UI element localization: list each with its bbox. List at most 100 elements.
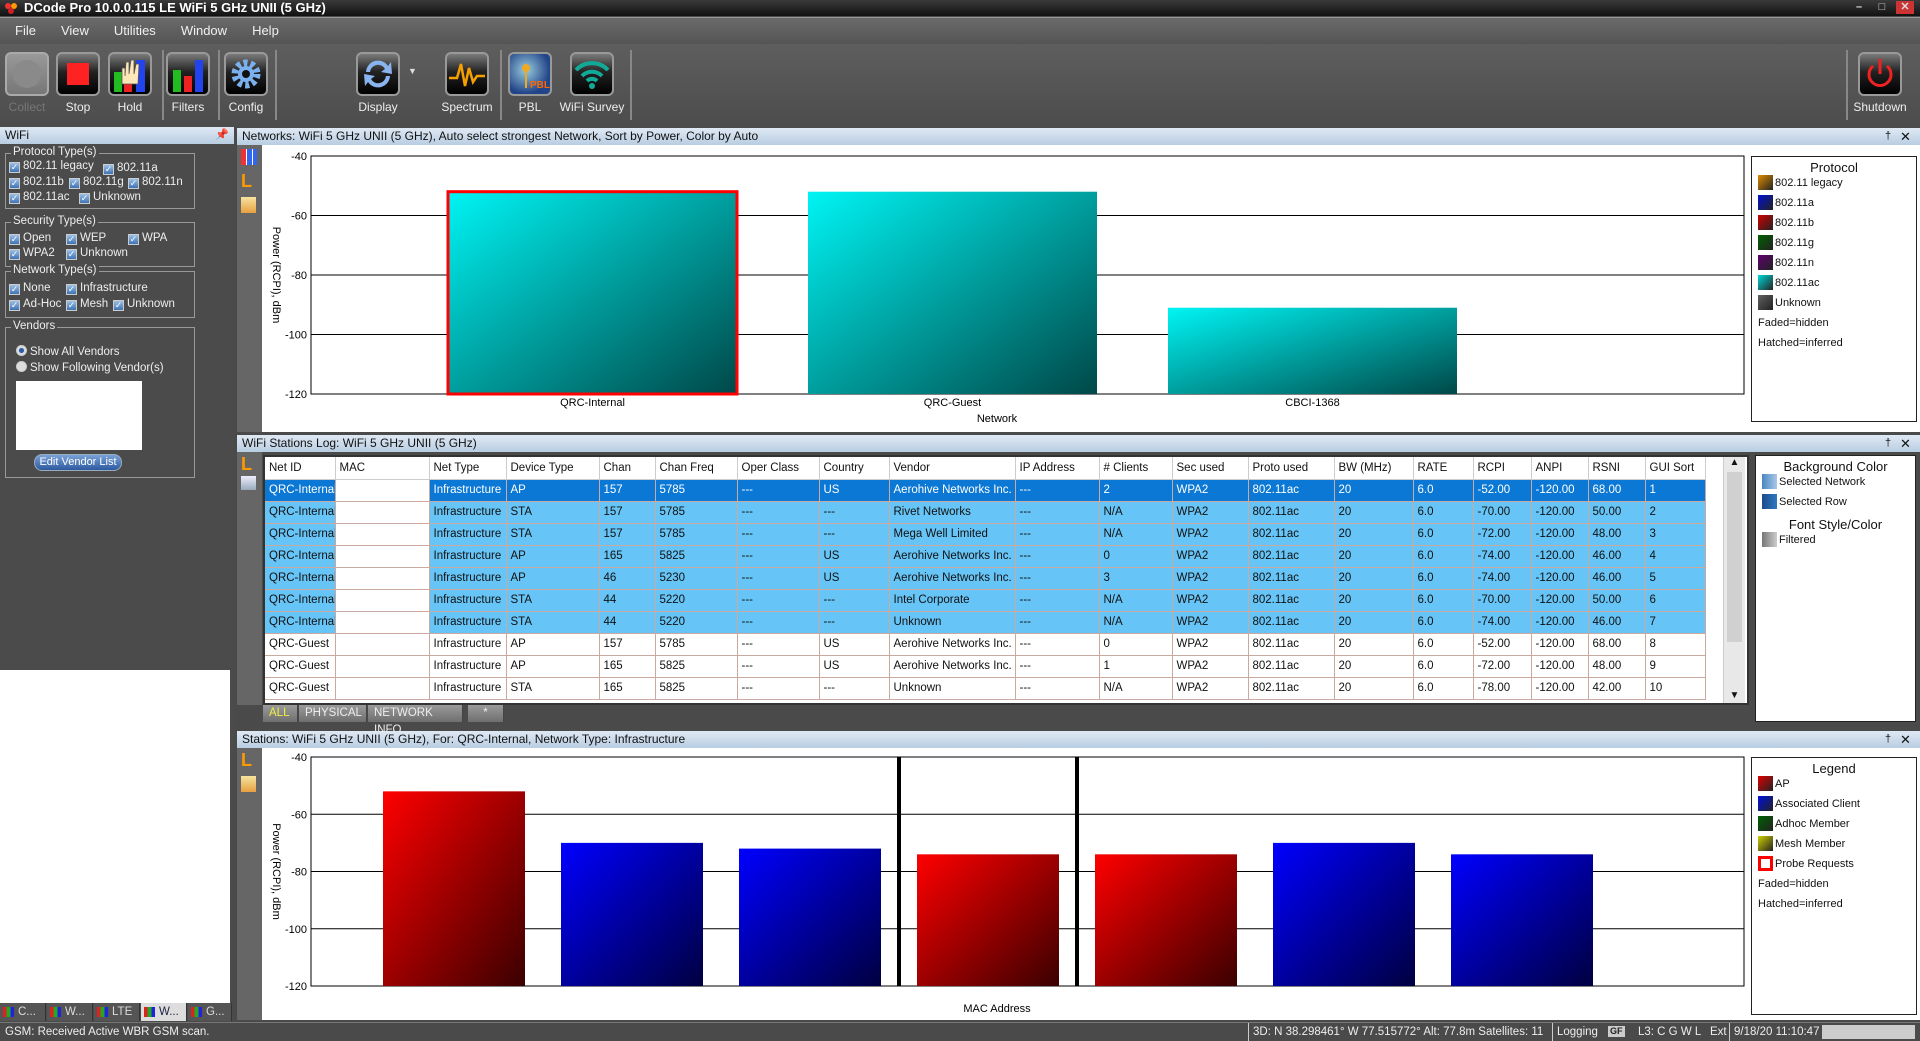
table-row[interactable]: QRC-Internal Infrastructure STA 157 5785 --- -…	[265, 501, 1706, 524]
checkbox-802-11b[interactable]: ✓ 802.11b	[9, 176, 64, 189]
menu-help[interactable]: Help	[237, 18, 289, 44]
table-row[interactable]: QRC-Internal Infrastructure STA 44 5220 --- --…	[265, 589, 1706, 612]
column-header[interactable]: Chan Freq	[655, 457, 738, 480]
column-header[interactable]: Net ID	[265, 457, 336, 480]
table-scrollbar[interactable]: ▲ ▼	[1723, 457, 1745, 703]
tab-physical[interactable]: PHYSICAL	[299, 705, 367, 722]
column-header[interactable]: Sec used	[1172, 457, 1249, 480]
table-row[interactable]: QRC-Internal Infrastructure STA 44 5220 --- --…	[265, 611, 1706, 634]
checkbox-none[interactable]: ✓ None	[9, 282, 51, 295]
maximize-button[interactable]: □	[1873, 1, 1891, 14]
bar[interactable]	[383, 791, 525, 986]
bar[interactable]	[808, 191, 1097, 394]
close-icon[interactable]: ✕	[1900, 128, 1911, 145]
spectrum-button[interactable]: Spectrum	[437, 52, 497, 114]
column-header[interactable]: GUI Sort	[1645, 457, 1706, 480]
table-row[interactable]: QRC-Internal Infrastructure AP 157 5785 --- US…	[265, 479, 1706, 502]
radio-show-following-vendors[interactable]: Show Following Vendor(s)	[16, 361, 164, 374]
checkbox-network-unknown[interactable]: ✓ Unknown	[113, 298, 175, 311]
table-row[interactable]: QRC-Internal Infrastructure STA 157 5785 --- -…	[265, 523, 1706, 546]
pbl-button[interactable]: PBL PBL	[500, 52, 560, 114]
menu-window[interactable]: Window	[166, 18, 237, 44]
close-button[interactable]: ✕	[1896, 1, 1914, 14]
scroll-up-icon[interactable]: ▲	[1724, 457, 1745, 468]
bar[interactable]	[1273, 842, 1415, 986]
checkbox-security-unknown[interactable]: ✓ Unknown	[66, 247, 128, 260]
view-tab[interactable]: G...	[188, 1003, 232, 1021]
column-header[interactable]: Oper Class	[737, 457, 820, 480]
menu-view[interactable]: View	[46, 18, 99, 44]
column-header[interactable]: Proto used	[1248, 457, 1335, 480]
column-header[interactable]: ANPI	[1531, 457, 1589, 480]
checkbox-802-11g[interactable]: ✓ 802.11g	[69, 176, 124, 189]
shutdown-button[interactable]: Shutdown	[1850, 52, 1910, 114]
bar[interactable]	[446, 190, 739, 396]
column-header[interactable]: MAC	[335, 457, 430, 480]
column-header[interactable]: # Clients	[1099, 457, 1173, 480]
table-row[interactable]: QRC-Guest Infrastructure STA 165 5825 --- --- U…	[265, 677, 1706, 700]
checkbox-infrastructure[interactable]: ✓ Infrastructure	[66, 282, 148, 295]
column-header[interactable]: RSNI	[1588, 457, 1646, 480]
scroll-thumb[interactable]	[1727, 472, 1742, 642]
column-header[interactable]: RATE	[1413, 457, 1474, 480]
view-tab[interactable]: C...	[0, 1003, 46, 1021]
checkbox-wpa[interactable]: ✓ WPA	[128, 232, 167, 245]
view-tab[interactable]: LTE	[94, 1003, 140, 1021]
tab-network-info[interactable]: NETWORK INFO	[368, 705, 463, 736]
scroll-down-icon[interactable]: ▼	[1724, 690, 1745, 701]
checkbox-protocol-unknown[interactable]: ✓ Unknown	[79, 191, 141, 204]
bar[interactable]	[1095, 854, 1237, 986]
bar[interactable]	[739, 848, 881, 986]
config-button[interactable]: Config	[216, 52, 276, 114]
export-icon[interactable]	[241, 197, 256, 213]
checkbox-802-11-legacy[interactable]: ✓ 802.11 legacy	[9, 160, 94, 173]
pin-icon[interactable]: 📌	[215, 127, 229, 144]
column-header[interactable]: Country	[819, 457, 890, 480]
close-icon[interactable]: ✕	[1900, 435, 1911, 452]
checkbox-open[interactable]: ✓ Open	[9, 232, 51, 245]
table-row[interactable]: QRC-Internal Infrastructure AP 46 5230 --- US A…	[265, 567, 1706, 590]
checkbox-ad-hoc[interactable]: ✓ Ad-Hoc	[9, 298, 61, 311]
pin-icon[interactable]: †	[1885, 128, 1891, 145]
checkbox-wep[interactable]: ✓ WEP	[66, 232, 106, 245]
view-tab-active[interactable]: W...	[141, 1003, 187, 1021]
display-dropdown-icon[interactable]: ▼	[408, 66, 417, 76]
checkbox-802-11n[interactable]: ✓ 802.11n	[128, 176, 183, 189]
column-header[interactable]: RCPI	[1473, 457, 1532, 480]
view-tab[interactable]: W...	[47, 1003, 93, 1021]
legend-toggle-icon[interactable]: L	[241, 172, 258, 190]
bar[interactable]	[561, 842, 703, 986]
menu-file[interactable]: File	[0, 18, 46, 44]
bar[interactable]	[917, 854, 1059, 986]
legend-toggle-icon[interactable]: L	[241, 455, 258, 473]
column-header[interactable]: IP Address	[1015, 457, 1100, 480]
bar[interactable]	[1168, 307, 1457, 394]
chart-type-icon[interactable]	[241, 149, 257, 165]
column-header[interactable]: Chan	[599, 457, 656, 480]
checkbox-802-11a[interactable]: ✓ 802.11a	[103, 162, 158, 175]
table-row[interactable]: QRC-Internal Infrastructure AP 165 5825 --- US…	[265, 545, 1706, 568]
tab-add[interactable]: *	[468, 705, 504, 722]
pin-icon[interactable]: †	[1885, 435, 1891, 452]
pin-icon[interactable]: †	[1885, 731, 1891, 748]
table-row[interactable]: QRC-Guest Infrastructure AP 157 5785 --- US Aer…	[265, 633, 1706, 656]
export-icon[interactable]	[241, 776, 256, 792]
checkbox-wpa2[interactable]: ✓ WPA2	[9, 247, 55, 260]
display-button[interactable]: Display	[348, 52, 408, 114]
minimize-button[interactable]: –	[1850, 1, 1868, 14]
bar[interactable]	[1451, 854, 1593, 986]
close-icon[interactable]: ✕	[1900, 731, 1911, 748]
edit-vendor-list-button[interactable]: Edit Vendor List	[34, 454, 122, 471]
checkbox-802-11ac[interactable]: ✓ 802.11ac	[9, 191, 69, 204]
legend-toggle-icon[interactable]: L	[241, 751, 258, 769]
columns-icon[interactable]	[241, 476, 256, 490]
wifi-survey-button[interactable]: WiFi Survey	[560, 52, 624, 114]
column-header[interactable]: Net Type	[429, 457, 507, 480]
column-header[interactable]: BW (MHz)	[1334, 457, 1414, 480]
checkbox-mesh[interactable]: ✓ Mesh	[66, 298, 108, 311]
radio-show-all-vendors[interactable]: Show All Vendors	[16, 345, 120, 358]
table-row[interactable]: QRC-Guest Infrastructure AP 165 5825 --- US Aer…	[265, 655, 1706, 678]
column-header[interactable]: Device Type	[506, 457, 600, 480]
column-header[interactable]: Vendor	[889, 457, 1016, 480]
vendor-list[interactable]	[16, 381, 142, 450]
